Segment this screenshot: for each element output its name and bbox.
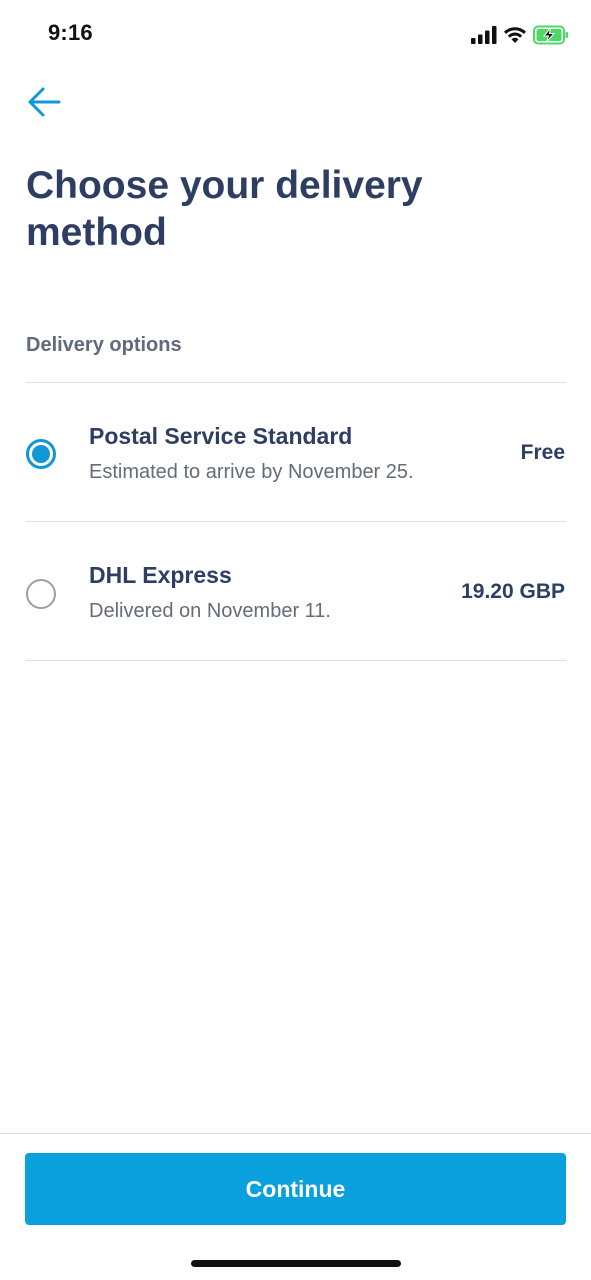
page-title: Choose your delivery method — [26, 164, 423, 254]
divider — [26, 660, 566, 661]
back-button[interactable] — [22, 84, 66, 124]
continue-button[interactable]: Continue — [25, 1153, 566, 1225]
radio-unselected[interactable] — [26, 579, 56, 609]
status-time: 9:16 — [48, 20, 93, 45]
radio-dot — [32, 445, 50, 463]
option-name: Postal Service Standard — [89, 423, 353, 449]
radio-selected[interactable] — [26, 439, 56, 469]
option-description: Delivered on November 11. — [89, 600, 331, 622]
signal-icon — [471, 26, 497, 49]
option-description: Estimated to arrive by November 25. — [89, 461, 414, 483]
option-name: DHL Express — [89, 562, 232, 588]
section-label: Delivery options — [26, 334, 182, 356]
wifi-icon — [503, 26, 527, 49]
option-price: 19.20 GBP — [461, 580, 565, 603]
status-bar: 9:16 — [0, 0, 591, 72]
home-indicator — [191, 1260, 401, 1267]
arrow-left-icon — [26, 86, 62, 123]
battery-charging-icon — [533, 25, 569, 50]
option-price: Free — [520, 441, 565, 464]
delivery-option-dhl-express[interactable]: DHL Express Delivered on November 11. 19… — [0, 522, 591, 660]
delivery-option-postal-standard[interactable]: Postal Service Standard Estimated to arr… — [0, 383, 591, 521]
status-icons — [471, 25, 569, 50]
